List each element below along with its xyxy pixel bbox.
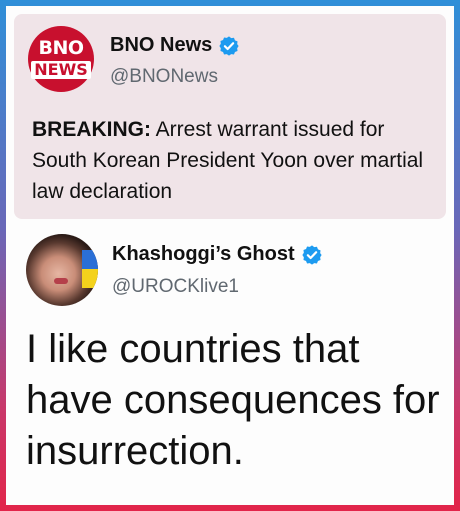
bno-logo-news-text: NEWS [31,61,91,79]
khashoggis-ghost-avatar[interactable] [26,234,98,306]
reply-tweet-text: I like countries that have consequences … [26,327,440,473]
meme-canvas: BNO NEWS BNO News @BNONews BREAKING: Arr… [6,6,454,505]
author-display-name[interactable]: BNO News [110,34,212,57]
verified-badge-icon [219,35,239,56]
verified-badge-icon [301,244,322,265]
reply-author-handle[interactable]: @UROCKlive1 [112,276,239,298]
gradient-frame: BNO NEWS BNO News @BNONews BREAKING: Arr… [0,0,460,511]
reply-author-display-name[interactable]: Khashoggi’s Ghost [112,243,295,266]
bno-logo-letters: BNO [38,37,84,59]
reply-author-name-row: Khashoggi’s Ghost [112,243,323,266]
bno-logo-text: BNO [38,37,84,59]
tweet-body: BREAKING: Arrest warrant issued for Sout… [32,114,442,207]
author-handle[interactable]: @BNONews [110,66,218,88]
bno-news-avatar[interactable]: BNO NEWS [28,26,94,92]
quoted-tweet-card[interactable]: BNO NEWS BNO News @BNONews BREAKING: Arr… [14,14,446,219]
author-name-row: BNO News [110,34,240,57]
breaking-label: BREAKING: [32,118,151,141]
